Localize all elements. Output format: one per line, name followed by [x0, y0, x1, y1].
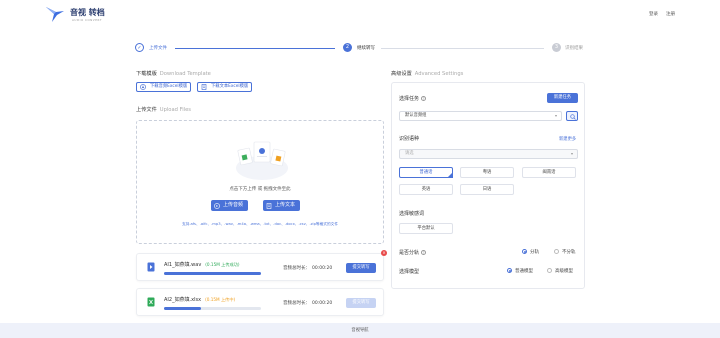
language-more-link[interactable]: 新建更多: [559, 136, 576, 142]
logo-text: 音视 转档: [70, 8, 105, 17]
language-option-english[interactable]: 英语: [399, 184, 453, 195]
upload-text-button[interactable]: 上传文本: [263, 200, 301, 211]
upload-illustration-icon: [236, 141, 288, 180]
split-radio-off[interactable]: 不分轨: [554, 249, 576, 255]
sensitive-label: 选择敏感词: [399, 211, 425, 217]
file-duration: 音频总时长： 00:00:20: [283, 266, 333, 271]
help-icon: ?: [421, 96, 427, 101]
text-file-icon: [266, 202, 272, 209]
file-item: AI2_如燕填.xlsx (0.15M 上传中) 音频总时长： 00:00:20 提…: [136, 288, 384, 316]
help-icon: ?: [421, 250, 427, 255]
step-2-dot: 2: [343, 43, 352, 52]
submit-transcription-button[interactable]: 提交转写: [346, 263, 376, 273]
file-name: AI2_如燕填.xlsx (0.15M 上传中): [164, 297, 236, 303]
step-line-2: [381, 47, 544, 49]
upload-audio-button[interactable]: 上传音频: [211, 200, 249, 211]
top-bar: 音视 转档 AUDIO CONVERT 登录 注册: [0, 0, 720, 30]
file-name: AI1_如燕填.wav (0.15M 上传成功): [164, 262, 240, 268]
chevron-down-icon: ▾: [570, 151, 573, 156]
search-button[interactable]: [566, 111, 578, 121]
sensitive-option-default[interactable]: 平台默认: [399, 223, 453, 234]
document-icon: [201, 84, 207, 90]
split-label: 是否分轨?: [399, 250, 427, 256]
file-status: (0.15M 上传中): [205, 297, 236, 302]
excel-file-icon: [147, 297, 155, 307]
supported-formats: 支持.afs、.aifc、.mp3、.wav、.m4a、.wma、.txt、.d…: [181, 222, 339, 226]
upload-progress-bar: [164, 307, 261, 310]
progress-steps: ✓ 上传文件 2 继续转写 3 识别结果: [0, 40, 720, 58]
file-item: AI1_如燕填.wav (0.15M 上传成功) 音频总时长： 00:00:20 提…: [136, 250, 387, 281]
step-3-label: 识别结果: [565, 46, 583, 51]
upload-section-title: 上传文件 Upload Files: [136, 107, 191, 113]
model-radio-advanced[interactable]: 高级模型: [547, 268, 573, 274]
chevron-down-icon: ▾: [554, 113, 557, 118]
file-duration: 音频总时长： 00:00:20: [283, 301, 333, 306]
remove-file-icon[interactable]: ×: [381, 250, 387, 256]
split-radio-on[interactable]: 分轨: [522, 249, 539, 255]
language-option-minnan[interactable]: 闽南话: [522, 167, 576, 178]
task-select[interactable]: 默认音频组 ▾: [399, 111, 562, 121]
download-text-template-button[interactable]: 下载文本Excel模版: [197, 82, 253, 92]
model-radio-standard[interactable]: 普通模型: [507, 268, 533, 274]
download-section-title: 下载模版 Download Template: [136, 71, 211, 77]
submit-transcription-button[interactable]: 提交转写: [346, 298, 376, 308]
step-line-1: [175, 47, 335, 49]
model-label: 选择模型: [399, 269, 420, 275]
file-status: (0.15M 上传成功): [205, 262, 240, 267]
audio-file-icon: [147, 262, 155, 272]
step-2-label: 继续转写: [357, 46, 375, 51]
task-label: 选择任务?: [399, 96, 427, 102]
step-1-check-icon: ✓: [135, 43, 144, 52]
language-option-cantonese[interactable]: 粤语: [460, 167, 514, 178]
step-3-dot: 3: [552, 43, 561, 52]
bird-logo-icon: [46, 7, 64, 22]
audio-icon: [214, 202, 220, 209]
download-audio-template-button[interactable]: 下载音频Excel模版: [136, 82, 192, 92]
download-icon: [140, 84, 146, 90]
language-label: 识别语种: [399, 136, 420, 142]
step-1-label: 上传文件: [149, 46, 167, 51]
search-icon: [570, 113, 576, 120]
login-link[interactable]: 登录: [649, 11, 658, 17]
new-task-button[interactable]: 新建任务: [547, 93, 578, 103]
footer: 音视导航: [0, 323, 720, 338]
register-link[interactable]: 注册: [666, 11, 675, 17]
logo-subtitle: AUDIO CONVERT: [72, 18, 102, 22]
language-option-mandarin[interactable]: 普通话: [399, 167, 453, 178]
upload-hint: 点击下方上传 或 拖拽文件至此: [229, 187, 291, 192]
upload-dropzone[interactable]: 点击下方上传 或 拖拽文件至此 上传音频 上传文本 支持.afs、.aifc、.…: [136, 120, 384, 244]
advanced-section-title: 高级设置 Advanced Settings: [391, 71, 464, 77]
advanced-settings-panel: 选择任务? 新建任务 默认音频组 ▾ 识别语种 新建更多 请选 ▾ 普通话 粤语 闽…: [391, 82, 585, 289]
language-option-japanese[interactable]: 日语: [460, 184, 514, 195]
language-select[interactable]: 请选 ▾: [399, 149, 578, 159]
upload-progress-bar: [164, 272, 261, 275]
